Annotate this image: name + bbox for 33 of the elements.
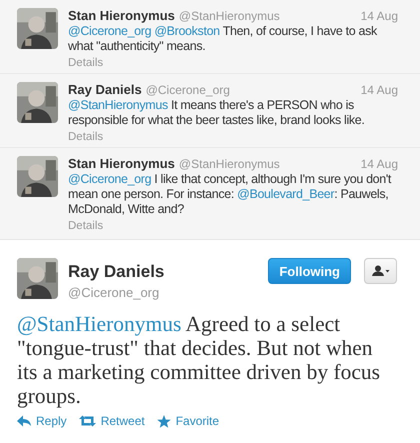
author-name[interactable]: Stan Hieronymus [68,156,175,171]
tweet-date[interactable]: 14 Aug [360,83,398,97]
following-button[interactable]: Following [268,258,351,284]
tweet-text: @Cicerone_org I like that concept, although I'm sure you don't mean one person. For instance: @Boulevard_Beer: Pauwels, McDonald, Witte and? [68,172,392,217]
tweet-date[interactable]: 14 Aug [360,9,398,23]
author-handle[interactable]: @Cicerone_org [68,285,258,300]
mention-link[interactable]: @StanHieronymus [68,98,168,112]
user-actions-button[interactable] [364,258,397,284]
details-link[interactable]: Details [68,57,104,69]
star-icon [156,414,171,428]
tweet-text: @Cicerone_org @Brookston Then, of course, I have to ask what "authenticity" means. [68,24,378,54]
mention-link[interactable]: @StanHieronymus [17,312,182,336]
reply-action[interactable]: Reply [17,414,67,428]
mention-link[interactable]: @Boulevard_Beer [237,187,334,201]
mention-link[interactable]: @Cicerone_org [68,24,154,38]
details-link[interactable]: Details [68,220,104,232]
reply-icon [17,415,31,427]
retweet-icon [78,415,96,427]
person-caret-icon [372,265,390,277]
retweet-action[interactable]: Retweet [78,414,145,428]
author-name[interactable]: Ray Daniels [68,262,258,282]
details-link[interactable]: Details [68,131,104,143]
author-handle[interactable]: @Cicerone_org [146,83,230,97]
tweet-text: @StanHieronymus Agreed to a select "tongue-trust" that decides. But not when its a marketing committee driven by focus groups. [17,312,382,408]
author-name[interactable]: Ray Daniels [68,82,142,97]
author-handle[interactable]: @StanHieronymus [178,157,280,171]
tweet-date[interactable]: 14 Aug [360,157,398,171]
mention-link[interactable]: @Cicerone_org [68,172,152,186]
favorite-action[interactable]: Favorite [156,414,220,428]
author-handle[interactable]: @StanHieronymus [178,9,280,23]
tweet-text: @StanHieronymus It means there's a PERSON who is responsible for what the beer tastes like, brand looks like. [68,98,366,128]
mention-link[interactable]: @Brookston [154,24,220,38]
author-name[interactable]: Stan Hieronymus [68,8,175,23]
